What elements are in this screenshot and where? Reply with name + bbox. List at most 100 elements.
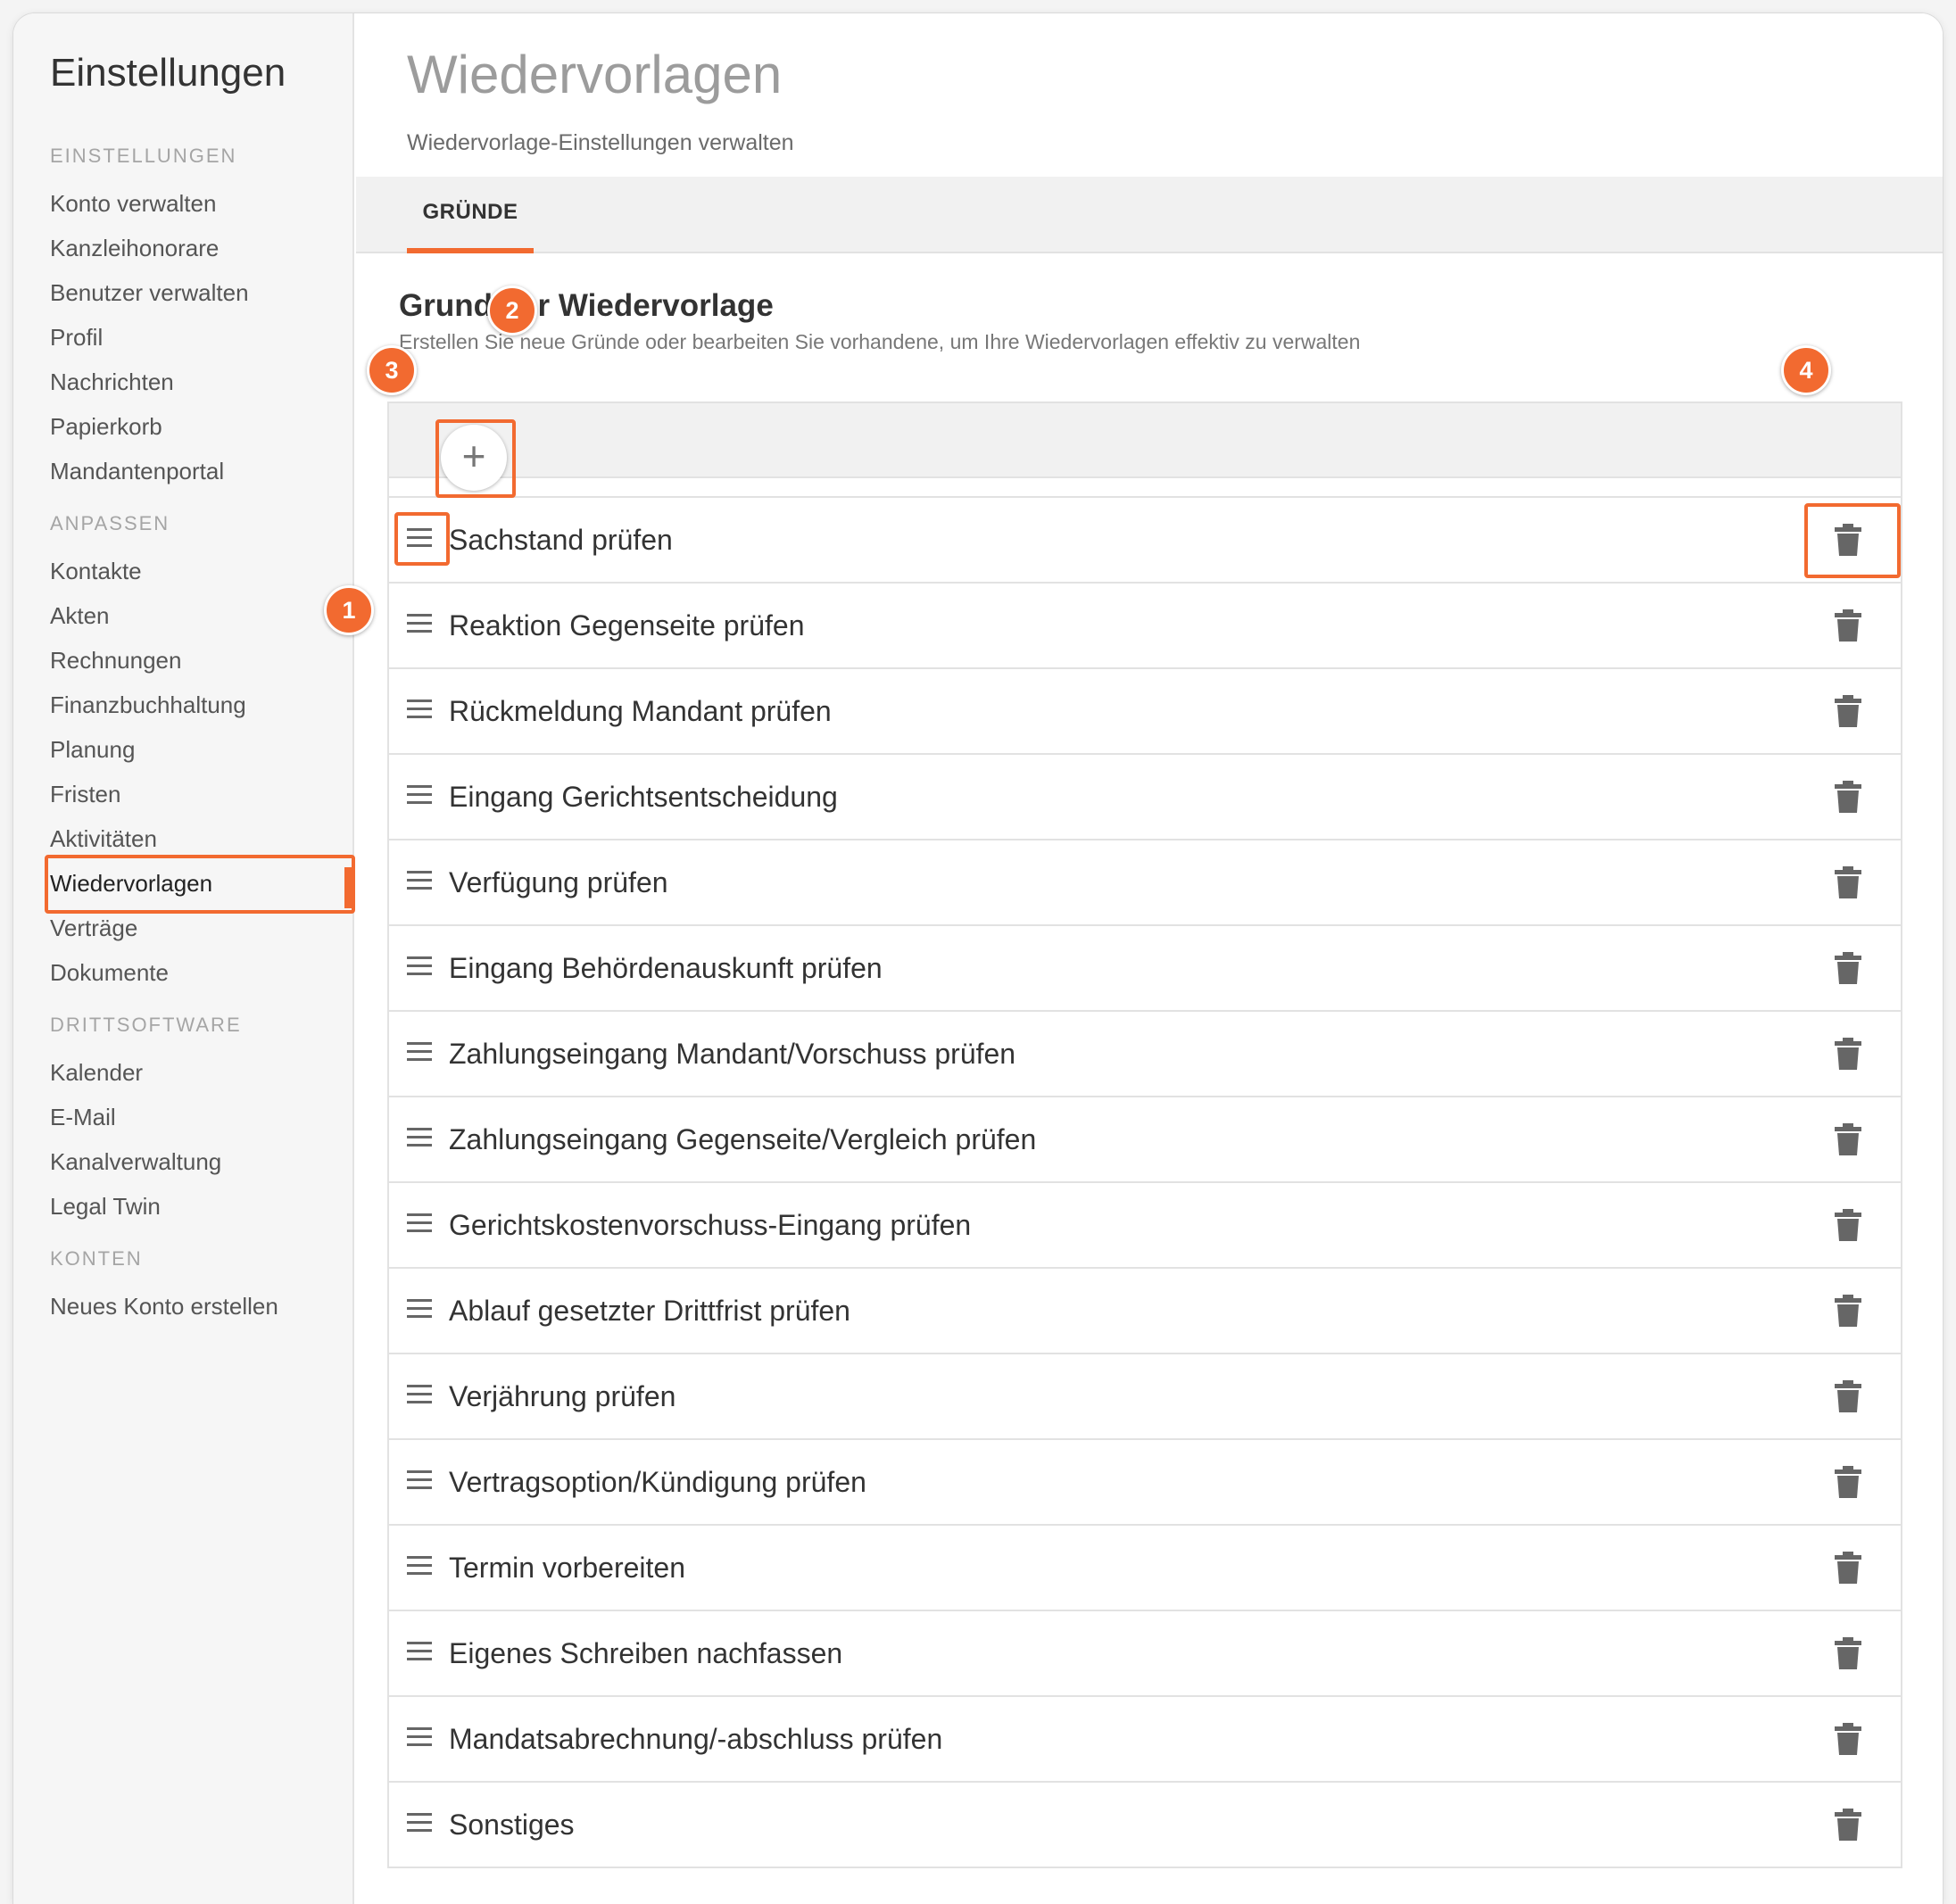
trash-icon[interactable] (1835, 695, 1861, 727)
list-item: Vertragsoption/Kündigung prüfen (389, 1440, 1901, 1526)
sidebar-item-active[interactable]: Wiedervorlagen (45, 855, 355, 914)
sidebar-item[interactable]: Papierkorb (50, 404, 344, 449)
sidebar-item[interactable]: Rechnungen (50, 638, 344, 683)
reason-label[interactable]: Sachstand prüfen (449, 498, 673, 582)
reason-label[interactable]: Sonstiges (449, 1783, 575, 1867)
sidebar-item[interactable]: Planung (50, 727, 344, 772)
main-content: Wiedervorlagen Wiedervorlage-Einstellung… (356, 13, 1943, 1904)
trash-icon[interactable] (1835, 1637, 1861, 1669)
sidebar-item[interactable]: Konto verwalten (50, 181, 344, 226)
trash-icon[interactable] (1835, 952, 1861, 984)
callout-badge-2: 2 (487, 286, 537, 335)
reason-label[interactable]: Ablauf gesetzter Drittfrist prüfen (449, 1269, 850, 1353)
drag-handle-icon[interactable] (407, 1470, 432, 1494)
trash-icon[interactable] (1835, 1123, 1861, 1155)
trash-icon[interactable] (1835, 1552, 1861, 1584)
settings-sidebar: Einstellungen EINSTELLUNGEN Konto verwalt… (13, 13, 355, 1904)
list-toolbar: + (389, 403, 1901, 498)
trash-icon[interactable] (1835, 524, 1861, 556)
reason-label[interactable]: Zahlungseingang Gegenseite/Vergleich prü… (449, 1097, 1036, 1181)
sidebar-item[interactable]: Kontakte (50, 549, 344, 593)
reason-label[interactable]: Zahlungseingang Mandant/Vorschuss prüfen (449, 1012, 1015, 1096)
drag-handle-icon[interactable] (407, 871, 432, 894)
app-window: Einstellungen EINSTELLUNGEN Konto verwalt… (13, 13, 1943, 1904)
sidebar-group-3: KONTEN Neues Konto erstellen (50, 1234, 344, 1329)
reasons-list: + Sachstand prüfen Reaktion Gegenseite pr… (387, 401, 1902, 1868)
tab-gruende[interactable]: GRÜNDE (407, 177, 534, 253)
reason-label[interactable]: Termin vorbereiten (449, 1526, 685, 1610)
sidebar-title: Einstellungen (50, 51, 286, 95)
list-item: Reaktion Gegenseite prüfen (389, 584, 1901, 669)
list-item: Gerichtskostenvorschuss-Eingang prüfen (389, 1183, 1901, 1269)
add-reason-button[interactable]: + (441, 425, 507, 491)
sidebar-item[interactable]: Kanzleihonorare (50, 226, 344, 270)
sidebar-item[interactable]: Mandantenportal (50, 449, 344, 493)
trash-icon[interactable] (1835, 1466, 1861, 1498)
drag-handle-icon[interactable] (407, 614, 432, 637)
trash-icon[interactable] (1835, 609, 1861, 642)
trash-icon[interactable] (1835, 1380, 1861, 1412)
reason-rows: Sachstand prüfen Reaktion Gegenseite prüf… (389, 498, 1901, 1868)
reason-label[interactable]: Verjährung prüfen (449, 1354, 675, 1438)
drag-handle-icon[interactable] (407, 1642, 432, 1665)
list-item: Sachstand prüfen (389, 498, 1901, 584)
drag-handle-icon[interactable] (407, 1556, 432, 1579)
tab-bar: GRÜNDE (356, 177, 1943, 253)
sidebar-item[interactable]: Dokumente (50, 950, 344, 995)
page-title: Wiedervorlagen (407, 45, 783, 104)
sidebar-item[interactable]: Nachrichten (50, 360, 344, 404)
sidebar-item[interactable]: Profil (50, 315, 344, 360)
trash-icon[interactable] (1835, 1809, 1861, 1841)
sidebar-item[interactable]: Kalender (50, 1050, 344, 1095)
trash-icon[interactable] (1835, 1723, 1861, 1755)
drag-handle-icon[interactable] (407, 956, 432, 980)
reason-label[interactable]: Gerichtskostenvorschuss-Eingang prüfen (449, 1183, 971, 1267)
sidebar-item[interactable]: Finanzbuchhaltung (50, 683, 344, 727)
drag-handle-icon[interactable] (407, 700, 432, 723)
drag-handle-icon[interactable] (407, 1213, 432, 1237)
reason-label[interactable]: Verfügung prüfen (449, 840, 668, 924)
list-item: Zahlungseingang Mandant/Vorschuss prüfen (389, 1012, 1901, 1097)
trash-icon[interactable] (1835, 781, 1861, 813)
drag-handle-icon[interactable] (407, 1299, 432, 1322)
callout-badge-1: 1 (324, 585, 374, 635)
drag-handle-icon[interactable] (407, 1042, 432, 1065)
list-item: Eingang Gerichtsentscheidung (389, 755, 1901, 840)
sidebar-item[interactable]: Neues Konto erstellen (50, 1284, 344, 1329)
list-item: Ablauf gesetzter Drittfrist prüfen (389, 1269, 1901, 1354)
reason-label[interactable]: Mandatsabrechnung/-abschluss prüfen (449, 1697, 942, 1781)
reason-label[interactable]: Eingang Gerichtsentscheidung (449, 755, 838, 839)
sidebar-item[interactable]: Benutzer verwalten (50, 270, 344, 315)
drag-handle-icon[interactable] (407, 785, 432, 808)
sidebar-item[interactable]: Fristen (50, 772, 344, 816)
reason-label[interactable]: Rückmeldung Mandant prüfen (449, 669, 832, 753)
trash-icon[interactable] (1835, 1038, 1861, 1070)
reason-label[interactable]: Eigenes Schreiben nachfassen (449, 1611, 842, 1695)
reason-label[interactable]: Reaktion Gegenseite prüfen (449, 584, 804, 667)
sidebar-group-2: DRITTSOFTWARE Kalender E-Mail Kanalverwaltu… (50, 1000, 344, 1229)
reason-label[interactable]: Eingang Behördenauskunft prüfen (449, 926, 883, 1010)
callout-badge-4: 4 (1781, 345, 1831, 395)
trash-icon[interactable] (1835, 1295, 1861, 1327)
list-item: Verjährung prüfen (389, 1354, 1901, 1440)
trash-icon[interactable] (1835, 1209, 1861, 1241)
trash-icon[interactable] (1835, 866, 1861, 898)
sidebar-group-heading: KONTEN (50, 1247, 143, 1270)
section-title: Grund der Wiedervorlage (399, 288, 774, 323)
drag-handle-icon[interactable] (407, 528, 432, 551)
list-spacer (389, 478, 1901, 498)
sidebar-group-heading: DRITTSOFTWARE (50, 1014, 242, 1036)
drag-handle-icon[interactable] (407, 1813, 432, 1836)
sidebar-item[interactable]: Aktivitäten (50, 816, 344, 861)
sidebar-item[interactable]: Legal Twin (50, 1184, 344, 1229)
list-item: Verfügung prüfen (389, 840, 1901, 926)
reason-label[interactable]: Vertragsoption/Kündigung prüfen (449, 1440, 866, 1524)
sidebar-item[interactable]: Kanalverwaltung (50, 1139, 344, 1184)
drag-handle-icon[interactable] (407, 1128, 432, 1151)
drag-handle-icon[interactable] (407, 1385, 432, 1408)
drag-handle-icon[interactable] (407, 1727, 432, 1751)
sidebar-item[interactable]: Akten (50, 593, 344, 638)
sidebar-item[interactable]: Verträge (50, 906, 344, 950)
list-item: Sonstiges (389, 1783, 1901, 1868)
sidebar-item[interactable]: E-Mail (50, 1095, 344, 1139)
